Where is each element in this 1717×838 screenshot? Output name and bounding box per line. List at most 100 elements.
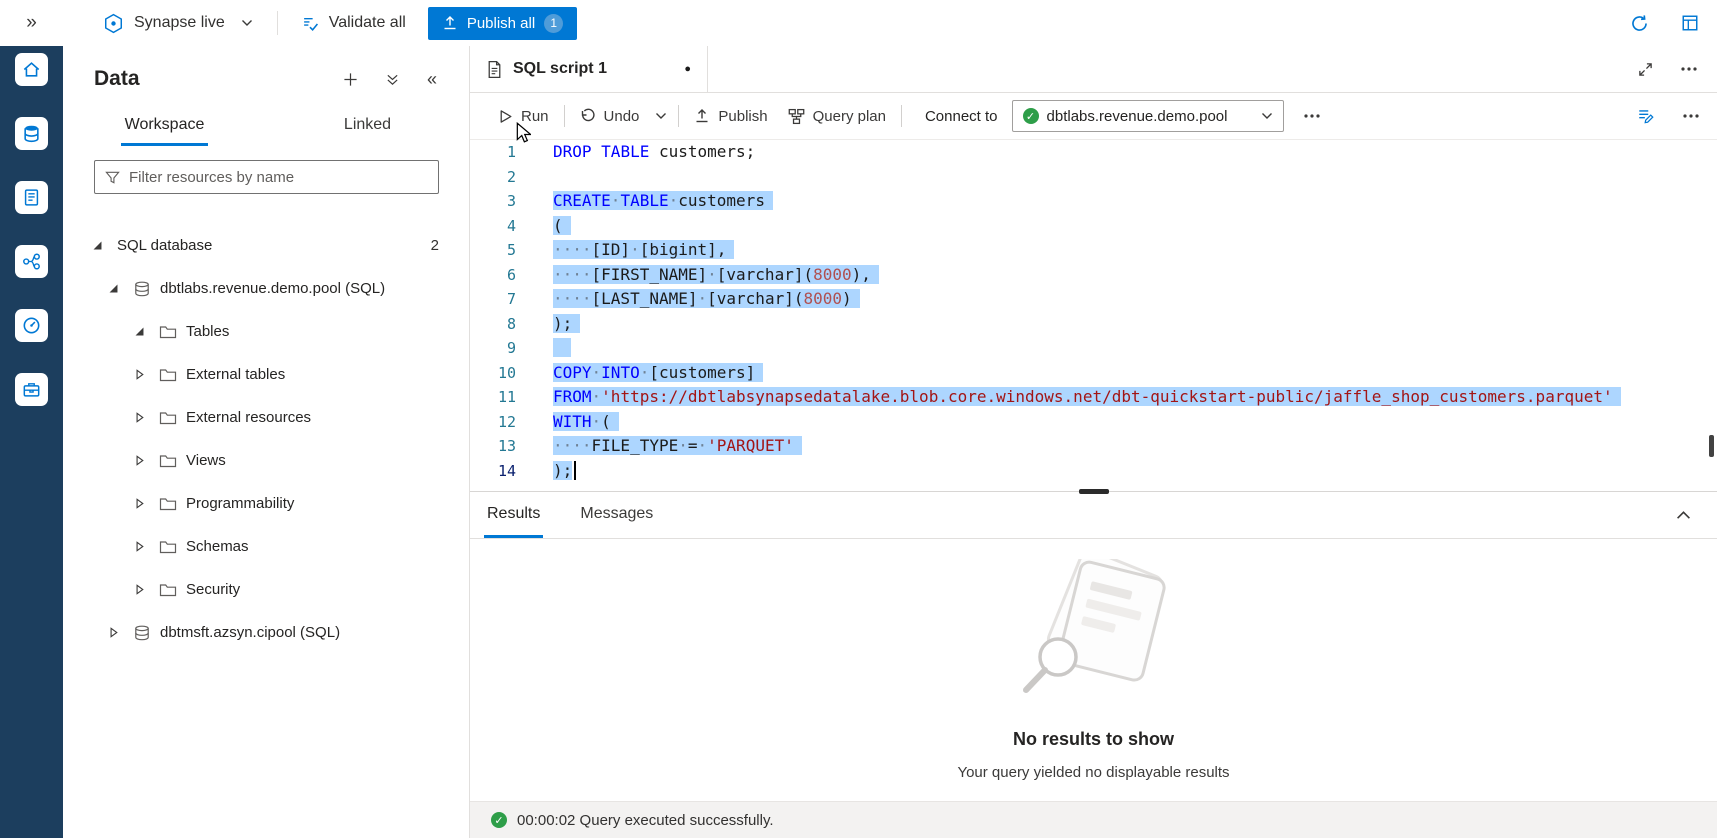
code-line[interactable]: 8); [470, 312, 1717, 337]
collapsed-twisty-icon[interactable] [133, 541, 145, 552]
code-line[interactable]: 14); [470, 459, 1717, 484]
tree-item[interactable]: dbtmsft.azsyn.cipool (SQL) [63, 611, 469, 654]
code-line[interactable]: 13····FILE_TYPE·=·'PARQUET' [470, 434, 1717, 459]
tree-item[interactable]: Views [63, 439, 469, 482]
double-chevron-left-icon: « [427, 70, 437, 88]
maximize-editor-button[interactable] [1636, 60, 1655, 79]
code-line[interactable]: 3CREATE·TABLE·customers [470, 189, 1717, 214]
actions-menu-button[interactable] [384, 71, 401, 88]
chevron-up-icon [1676, 510, 1691, 520]
code-line[interactable]: 10COPY·INTO·[customers] [470, 361, 1717, 386]
unsaved-changes-dot: ● [684, 63, 691, 75]
collapsed-twisty-icon[interactable] [133, 369, 145, 380]
undo-icon [580, 108, 596, 124]
nav-manage[interactable] [15, 373, 48, 406]
divider [901, 105, 902, 127]
publish-button[interactable]: Publish [684, 100, 777, 132]
undo-dropdown-button[interactable] [649, 100, 673, 132]
validate-icon [302, 15, 319, 32]
nav-develop[interactable] [15, 181, 48, 214]
query-plan-button[interactable]: Query plan [778, 100, 896, 132]
split-drag-handle[interactable] [1079, 489, 1109, 494]
run-button[interactable]: Run [488, 100, 559, 132]
expanded-twisty-icon[interactable] [133, 326, 145, 337]
expanded-twisty-icon[interactable] [107, 283, 119, 294]
refresh-button[interactable] [1628, 12, 1651, 35]
code-line[interactable]: 6····[FIRST_NAME]·[varchar](8000), [470, 263, 1717, 288]
connected-check-icon: ✓ [1023, 108, 1039, 124]
filter-box [94, 160, 439, 194]
collapsed-twisty-icon[interactable] [133, 412, 145, 423]
code-line[interactable]: 9 [470, 336, 1717, 361]
plus-icon [343, 72, 358, 87]
collapse-results-button[interactable] [1674, 508, 1693, 522]
filter-input[interactable] [129, 169, 428, 186]
undo-button[interactable]: Undo [570, 100, 650, 132]
line-number: 14 [470, 459, 516, 484]
tree-item-label: Security [186, 581, 240, 598]
collapsed-twisty-icon[interactable] [107, 627, 119, 638]
publish-all-button[interactable]: Publish all 1 [428, 7, 577, 40]
line-number: 2 [470, 165, 516, 190]
add-resource-button[interactable] [341, 70, 360, 89]
expanded-twisty-icon[interactable] [91, 240, 103, 251]
refresh-icon [1630, 14, 1649, 33]
top-bar-content: Synapse live Validate all Publish all 1 [63, 0, 1717, 46]
nav-data[interactable] [15, 117, 48, 150]
collapsed-twisty-icon[interactable] [133, 498, 145, 509]
tree-item[interactable]: Programmability [63, 482, 469, 525]
tree-item[interactable]: Tables [63, 310, 469, 353]
sql-editor[interactable]: 1DROP TABLE customers;23CREATE·TABLE·cus… [470, 140, 1717, 491]
code-line[interactable]: 5····[ID]·[bigint], [470, 238, 1717, 263]
divider [678, 105, 679, 127]
tree-item[interactable]: External tables [63, 353, 469, 396]
editor-scrollbar[interactable] [1709, 435, 1714, 457]
toolbar-overflow-button[interactable] [1681, 112, 1701, 120]
collapsed-twisty-icon[interactable] [133, 455, 145, 466]
tree-item-label: External resources [186, 409, 311, 426]
tree-item[interactable]: Schemas [63, 525, 469, 568]
tab-workspace[interactable]: Workspace [63, 106, 266, 146]
connect-to-pool-select[interactable]: ✓ dbtlabs.revenue.demo.pool [1012, 100, 1284, 132]
top-bar: » Synapse live Validate all [0, 0, 1717, 46]
tab-linked[interactable]: Linked [266, 106, 469, 146]
editor-column: SQL script 1 ● [469, 46, 1717, 838]
sql-pool-icon [133, 625, 151, 641]
develop-icon [22, 188, 41, 207]
collapse-panel-button[interactable]: « [425, 68, 439, 90]
tab-sql-script-1[interactable]: SQL script 1 ● [470, 46, 708, 92]
expand-nav-button[interactable]: » [0, 0, 63, 46]
synapse-live-dropdown[interactable]: Synapse live [95, 6, 261, 40]
collapsed-twisty-icon[interactable] [133, 584, 145, 595]
nav-rail [0, 46, 63, 838]
publish-all-label: Publish all [467, 15, 535, 32]
tree-item[interactable]: External resources [63, 396, 469, 439]
tree-item[interactable]: dbtlabs.revenue.demo.pool (SQL) [63, 267, 469, 310]
toolbar-more-button[interactable] [1294, 100, 1330, 132]
item-count: 2 [431, 237, 439, 254]
synapse-studio: » Synapse live Validate all [0, 0, 1717, 838]
line-number: 5 [470, 238, 516, 263]
nav-monitor[interactable] [15, 309, 48, 342]
results-tabs: Results Messages [470, 492, 1717, 539]
code-line[interactable]: 4( [470, 214, 1717, 239]
code-line[interactable]: 1DROP TABLE customers; [470, 140, 1717, 165]
clipboard-button[interactable] [1679, 12, 1701, 34]
code-line[interactable]: 11FROM·'https://dbtlabsynapsedatalake.bl… [470, 385, 1717, 410]
editor-more-button[interactable] [1679, 65, 1699, 73]
nav-integrate[interactable] [15, 245, 48, 278]
code-line[interactable]: 7····[LAST_NAME]·[varchar](8000) [470, 287, 1717, 312]
tab-results[interactable]: Results [484, 492, 543, 538]
edit-script-button[interactable] [1635, 105, 1657, 127]
validate-all-button[interactable]: Validate all [294, 6, 414, 40]
tree-item[interactable]: SQL database2 [63, 224, 469, 267]
code-line[interactable]: 2 [470, 165, 1717, 190]
tab-label: Linked [340, 106, 395, 146]
expand-diagonal-icon [1638, 62, 1653, 77]
line-number: 9 [470, 336, 516, 361]
tab-messages[interactable]: Messages [577, 492, 656, 538]
nav-home[interactable] [15, 53, 48, 86]
tree-item[interactable]: Security [63, 568, 469, 611]
double-chevron-right-icon: » [26, 12, 37, 34]
code-line[interactable]: 12WITH·( [470, 410, 1717, 435]
